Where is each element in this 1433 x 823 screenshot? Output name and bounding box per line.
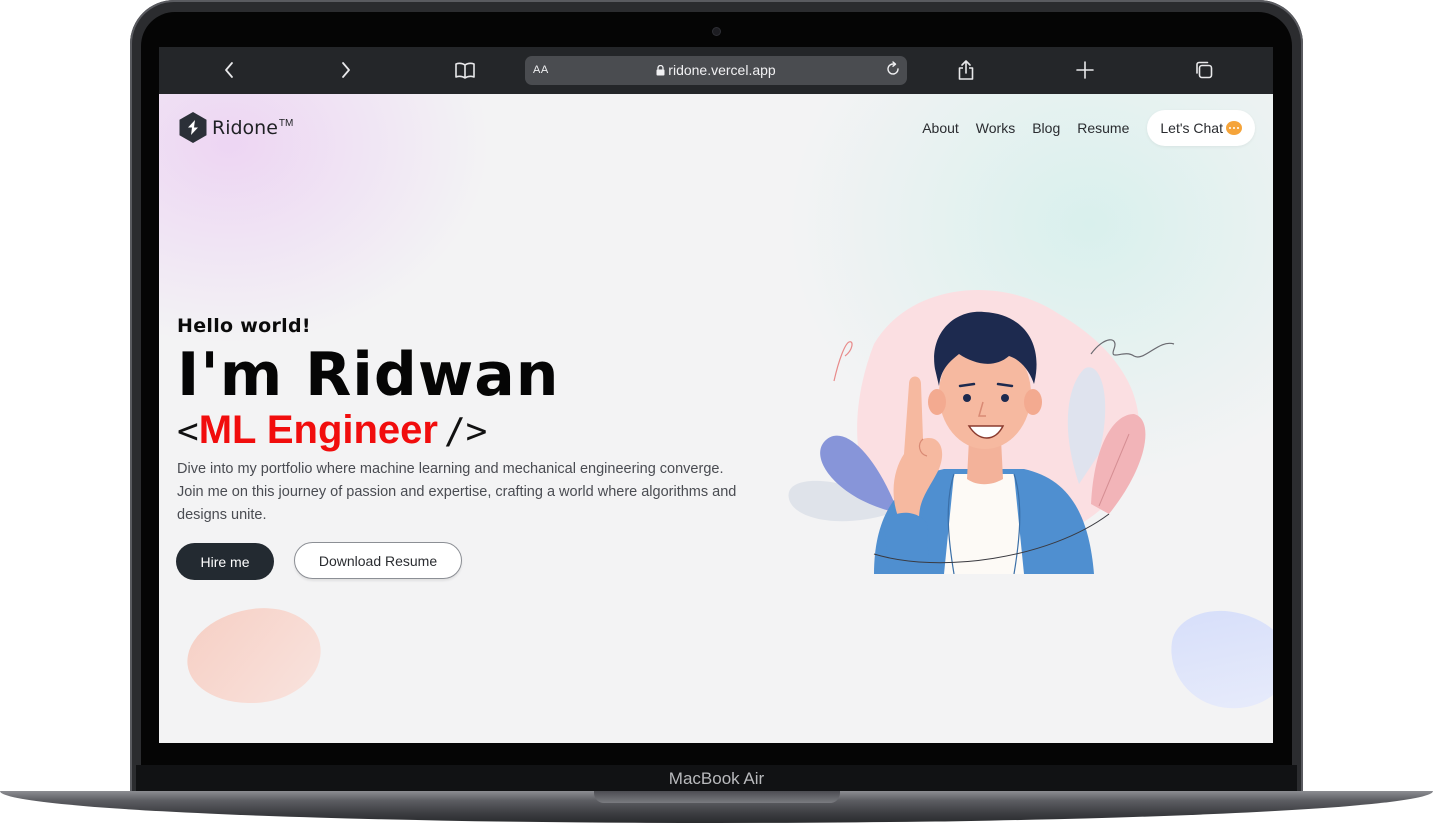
nav-item-works[interactable]: Works bbox=[976, 120, 1015, 136]
lets-chat-label: Let's Chat bbox=[1160, 120, 1223, 136]
lets-chat-button[interactable]: Let's Chat bbox=[1147, 110, 1255, 146]
decorative-blob bbox=[1163, 604, 1273, 716]
tabs-icon bbox=[1196, 61, 1213, 79]
laptop-notch bbox=[594, 791, 840, 803]
laptop-chin: MacBook Air bbox=[136, 765, 1297, 793]
chevron-left-icon bbox=[225, 62, 233, 78]
role-title: ML Engineer bbox=[198, 408, 438, 452]
back-button[interactable] bbox=[219, 57, 239, 83]
lock-icon bbox=[656, 64, 665, 76]
url-display: ridone.vercel.app bbox=[525, 62, 907, 78]
logo-trademark: TM bbox=[278, 118, 294, 129]
download-resume-button[interactable]: Download Resume bbox=[294, 542, 462, 579]
nav-item-blog[interactable]: Blog bbox=[1032, 120, 1060, 136]
web-page: Ridone TM About Works Blog Resume Let's C… bbox=[159, 94, 1273, 743]
hero-description: Dive into my portfolio where machine lea… bbox=[177, 461, 737, 523]
new-tab-button[interactable] bbox=[1075, 57, 1095, 83]
camera-icon bbox=[713, 28, 720, 35]
nav-item-resume[interactable]: Resume bbox=[1077, 120, 1129, 136]
tabs-button[interactable] bbox=[1194, 57, 1214, 83]
reload-icon bbox=[887, 61, 899, 75]
hire-me-button[interactable]: Hire me bbox=[176, 543, 274, 580]
forward-button[interactable] bbox=[336, 57, 356, 83]
address-bar[interactable]: AA ridone.vercel.app bbox=[525, 56, 907, 85]
chat-bubble-icon bbox=[1226, 121, 1242, 135]
browser-toolbar: AA ridone.vercel.app bbox=[159, 47, 1273, 94]
decorative-blob bbox=[182, 602, 326, 710]
reload-button[interactable] bbox=[885, 61, 901, 82]
device-label: MacBook Air bbox=[668, 769, 765, 788]
chevron-right-icon bbox=[342, 62, 350, 78]
bookmarks-button[interactable] bbox=[453, 57, 477, 83]
role-open-tag: < bbox=[177, 411, 199, 452]
hero-role: <ML Engineer/> bbox=[177, 407, 487, 455]
site-logo[interactable]: Ridone TM bbox=[178, 111, 293, 144]
plus-icon bbox=[1076, 61, 1094, 79]
hero-greeting: Hello world! bbox=[177, 315, 311, 337]
hero-name: I'm Ridwan bbox=[177, 340, 560, 410]
nav-item-about[interactable]: About bbox=[922, 120, 959, 136]
share-icon bbox=[958, 60, 974, 80]
role-close-tag: /> bbox=[443, 411, 488, 452]
book-icon bbox=[455, 62, 475, 79]
hero-illustration bbox=[788, 290, 1175, 574]
url-text: ridone.vercel.app bbox=[668, 62, 776, 78]
screen: AA ridone.vercel.app Ridone TM About Work… bbox=[159, 47, 1273, 743]
logo-icon bbox=[179, 112, 207, 143]
main-nav: About Works Blog Resume Let's Chat bbox=[922, 110, 1255, 146]
logo-name: Ridone bbox=[212, 116, 278, 139]
share-button[interactable] bbox=[956, 57, 976, 83]
